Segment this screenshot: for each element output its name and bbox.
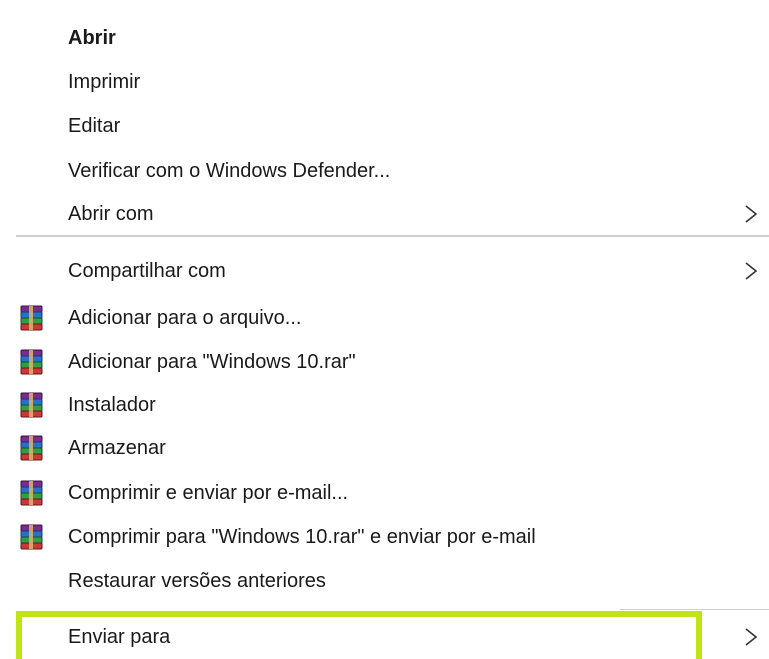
- menu-item-label: Compartilhar com: [68, 260, 226, 282]
- context-menu: Abrir Imprimir Editar Verificar com o Wi…: [0, 0, 769, 659]
- winrar-archive-icon: [20, 305, 43, 331]
- winrar-archive-icon: [20, 392, 43, 418]
- menu-separator: [620, 609, 769, 610]
- menu-item-label: Comprimir para "Windows 10.rar" e enviar…: [68, 526, 536, 548]
- menu-item-label: Abrir com: [68, 203, 154, 225]
- menu-item-label: Instalador: [68, 394, 156, 416]
- chevron-right-icon: [745, 628, 758, 646]
- menu-item-instalador[interactable]: Instalador: [0, 383, 769, 427]
- menu-item-label: Imprimir: [68, 71, 141, 93]
- menu-item-comprimir-email[interactable]: Comprimir e enviar por e-mail...: [0, 471, 769, 515]
- menu-item-adicionar-arquivo[interactable]: Adicionar para o arquivo...: [0, 296, 769, 340]
- selection-highlight: [16, 611, 702, 659]
- menu-item-label: Armazenar: [68, 437, 166, 459]
- chevron-right-icon: [745, 262, 758, 280]
- menu-item-editar[interactable]: Editar: [0, 104, 769, 148]
- winrar-archive-icon: [20, 524, 43, 550]
- menu-separator: [16, 235, 769, 237]
- menu-item-windows-defender[interactable]: Verificar com o Windows Defender...: [0, 149, 769, 193]
- winrar-archive-icon: [20, 435, 43, 461]
- menu-item-label: Adicionar para "Windows 10.rar": [68, 351, 356, 373]
- menu-item-label: Editar: [68, 115, 121, 137]
- winrar-archive-icon: [20, 349, 43, 375]
- menu-item-label: Abrir: [68, 27, 116, 49]
- menu-item-restaurar-versoes[interactable]: Restaurar versões anteriores: [0, 559, 769, 603]
- menu-item-label: Adicionar para o arquivo...: [68, 307, 302, 329]
- winrar-archive-icon: [20, 480, 43, 506]
- menu-item-abrir-com[interactable]: Abrir com: [0, 192, 769, 236]
- menu-item-label: Comprimir e enviar por e-mail...: [68, 482, 349, 504]
- menu-item-label: Verificar com o Windows Defender...: [68, 160, 391, 182]
- menu-item-label: Restaurar versões anteriores: [68, 570, 326, 592]
- menu-item-adicionar-rar[interactable]: Adicionar para "Windows 10.rar": [0, 340, 769, 384]
- menu-item-abrir[interactable]: Abrir: [0, 16, 769, 60]
- chevron-right-icon: [745, 205, 758, 223]
- menu-item-comprimir-rar-email[interactable]: Comprimir para "Windows 10.rar" e enviar…: [0, 515, 769, 559]
- menu-item-compartilhar-com[interactable]: Compartilhar com: [0, 249, 769, 293]
- menu-item-armazenar[interactable]: Armazenar: [0, 426, 769, 470]
- menu-item-imprimir[interactable]: Imprimir: [0, 60, 769, 104]
